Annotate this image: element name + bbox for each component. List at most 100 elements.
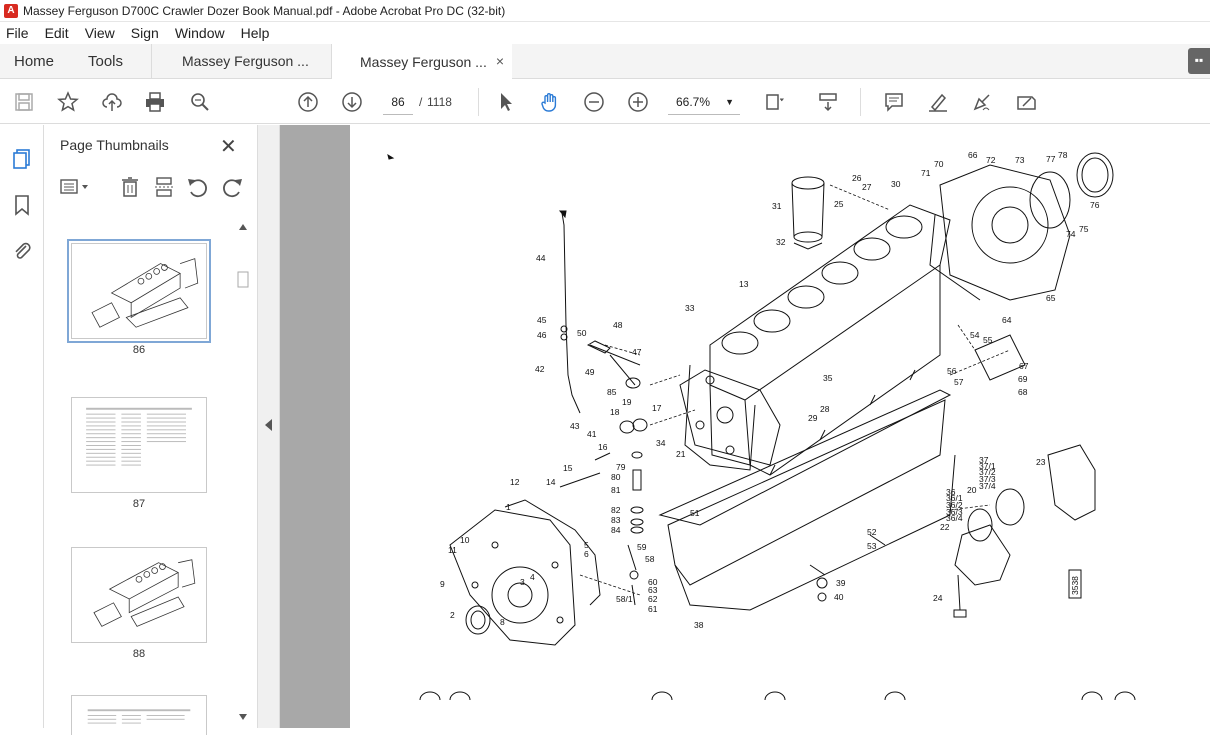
options-menu-icon[interactable] [58,175,88,199]
part-number-label: 30 [891,179,901,189]
thumbnail-page-86[interactable]: 86 [44,239,234,356]
part-number-label: 36/4 [946,513,963,523]
zoom-select[interactable]: 66.7% ▼ [668,89,740,115]
page-down-icon[interactable] [340,90,364,114]
part-number-labels: 123 4568910111213141516171819202122232425… [440,150,1100,630]
part-number-label: 32 [776,237,786,247]
zoom-in-icon[interactable] [626,90,650,114]
tab-close-icon[interactable]: × [496,53,504,69]
toolbar: 86 / 1118 66.7% ▼ [0,80,1210,124]
part-number-label: 49 [585,367,595,377]
rotate-right-icon[interactable] [220,175,244,199]
bookmarks-icon[interactable] [10,193,34,217]
comment-icon[interactable] [882,90,906,114]
part-number-label: 21 [676,449,686,459]
part-number-label: 83 [611,515,621,525]
part-number-label: 81 [611,485,621,495]
bookmark-star-icon[interactable] [56,90,80,114]
menu-help[interactable]: Help [233,25,278,41]
attachments-icon[interactable] [10,239,34,263]
find-icon[interactable] [188,90,212,114]
page-up-icon[interactable] [296,90,320,114]
close-icon[interactable]: ✕ [220,134,237,159]
panel-collapse-handle[interactable] [258,125,280,728]
part-number-label: 8 [500,617,505,627]
comment-panel-toggle-icon[interactable]: ▪▪ [1188,48,1210,74]
page-number-input[interactable]: 86 [383,89,413,115]
part-number-label: 2 [450,610,455,620]
hand-icon[interactable] [538,90,562,114]
part-number-label: 77 [1046,154,1056,164]
part-number-label: 58 [645,554,655,564]
page-thumbnails-panel: Page Thumbnails ✕ 86 87 88 [44,125,258,735]
part-number-label: 39 [836,578,846,588]
part-number-label: 17 [652,403,662,413]
select-cursor-icon[interactable] [494,90,518,114]
part-number-label: 1 [506,502,511,512]
part-number-label: 11 [448,545,457,555]
part-number-label: 68 [1018,387,1028,397]
toolbar-divider [478,88,479,116]
part-number-label: 15 [563,463,573,473]
upload-icon[interactable] [100,90,124,114]
part-number-label: 70 [934,159,944,169]
part-number-label: 22 [940,522,950,532]
print-icon[interactable] [143,90,167,114]
part-number-label: 76 [1090,200,1100,210]
part-number-label: 79 [616,462,626,472]
part-number-label: 40 [834,592,844,602]
page-thumbnails-icon[interactable] [10,147,34,171]
thumbnails-scrollbar[interactable] [236,220,250,725]
rotate-left-icon[interactable] [186,175,210,199]
highlight-icon[interactable] [926,90,950,114]
tab-document-1[interactable]: Massey Ferguson ... [152,44,332,78]
part-number-label: 43 [570,421,580,431]
fill-sign-icon[interactable] [1014,90,1038,114]
toolbar-divider [860,88,861,116]
document-view[interactable]: 1 2 3 4 5 6 8 9 10 11 12 13 14 15 16 17 18 19 20 21 22 23 24 25… [280,125,1210,728]
zoom-out-icon[interactable] [582,90,606,114]
part-number-label: 85 [607,387,617,397]
part-number-label: 47 [632,347,642,357]
page-fit-icon[interactable] [762,90,786,114]
part-number-label: 24 [933,593,943,603]
thumbnail-page-87[interactable]: 87 [44,397,234,510]
part-number-label: 29 [808,413,818,423]
menu-file[interactable]: File [0,25,37,41]
menu-view[interactable]: View [77,25,123,41]
part-number-label: 27 [862,182,872,192]
menu-sign[interactable]: Sign [123,25,167,41]
tab-document-2[interactable]: Massey Ferguson ... × [332,44,512,79]
part-number-label: 80 [611,472,621,482]
page-total: 1118 [427,95,452,109]
delete-icon[interactable] [118,175,142,199]
pdf-page: 1 2 3 4 5 6 8 9 10 11 12 13 14 15 16 17 18 19 20 21 22 23 24 25… [350,125,1210,728]
scroll-mode-icon[interactable] [816,90,840,114]
zoom-value: 66.7% [676,95,711,109]
part-number-label: 42 [535,364,545,374]
part-number-label: 31 [772,201,782,211]
part-number-label: 58/1 [616,594,633,604]
thumbnail-page-89[interactable] [44,695,234,735]
menu-edit[interactable]: Edit [37,25,77,41]
tab-home[interactable]: Home [0,44,74,78]
part-number-label: 65 [1046,293,1056,303]
part-number-label: 59 [637,542,647,552]
part-number-label: 25 [834,199,844,209]
part-number-label: 50 [577,328,587,338]
part-number-label: 33 [685,303,695,313]
sign-icon[interactable] [970,90,994,114]
part-number-label: 52 [867,527,877,537]
menu-window[interactable]: Window [167,25,233,41]
extract-pages-icon[interactable] [152,175,176,199]
engine-exploded-diagram: 123 4568910111213141516171819202122232425… [387,150,1136,701]
diagram-reference-number: 3538 [1070,576,1080,595]
save-icon[interactable] [12,90,36,114]
part-number-label: 34 [656,438,666,448]
thumbnail-page-88[interactable]: 88 [44,547,234,660]
part-number-label: 66 [968,150,978,160]
part-number-label: 3 [520,577,525,587]
tab-tools[interactable]: Tools [74,44,152,78]
part-number-label: 6 [584,549,589,559]
title-bar: A Massey Ferguson D700C Crawler Dozer Bo… [0,0,1210,22]
